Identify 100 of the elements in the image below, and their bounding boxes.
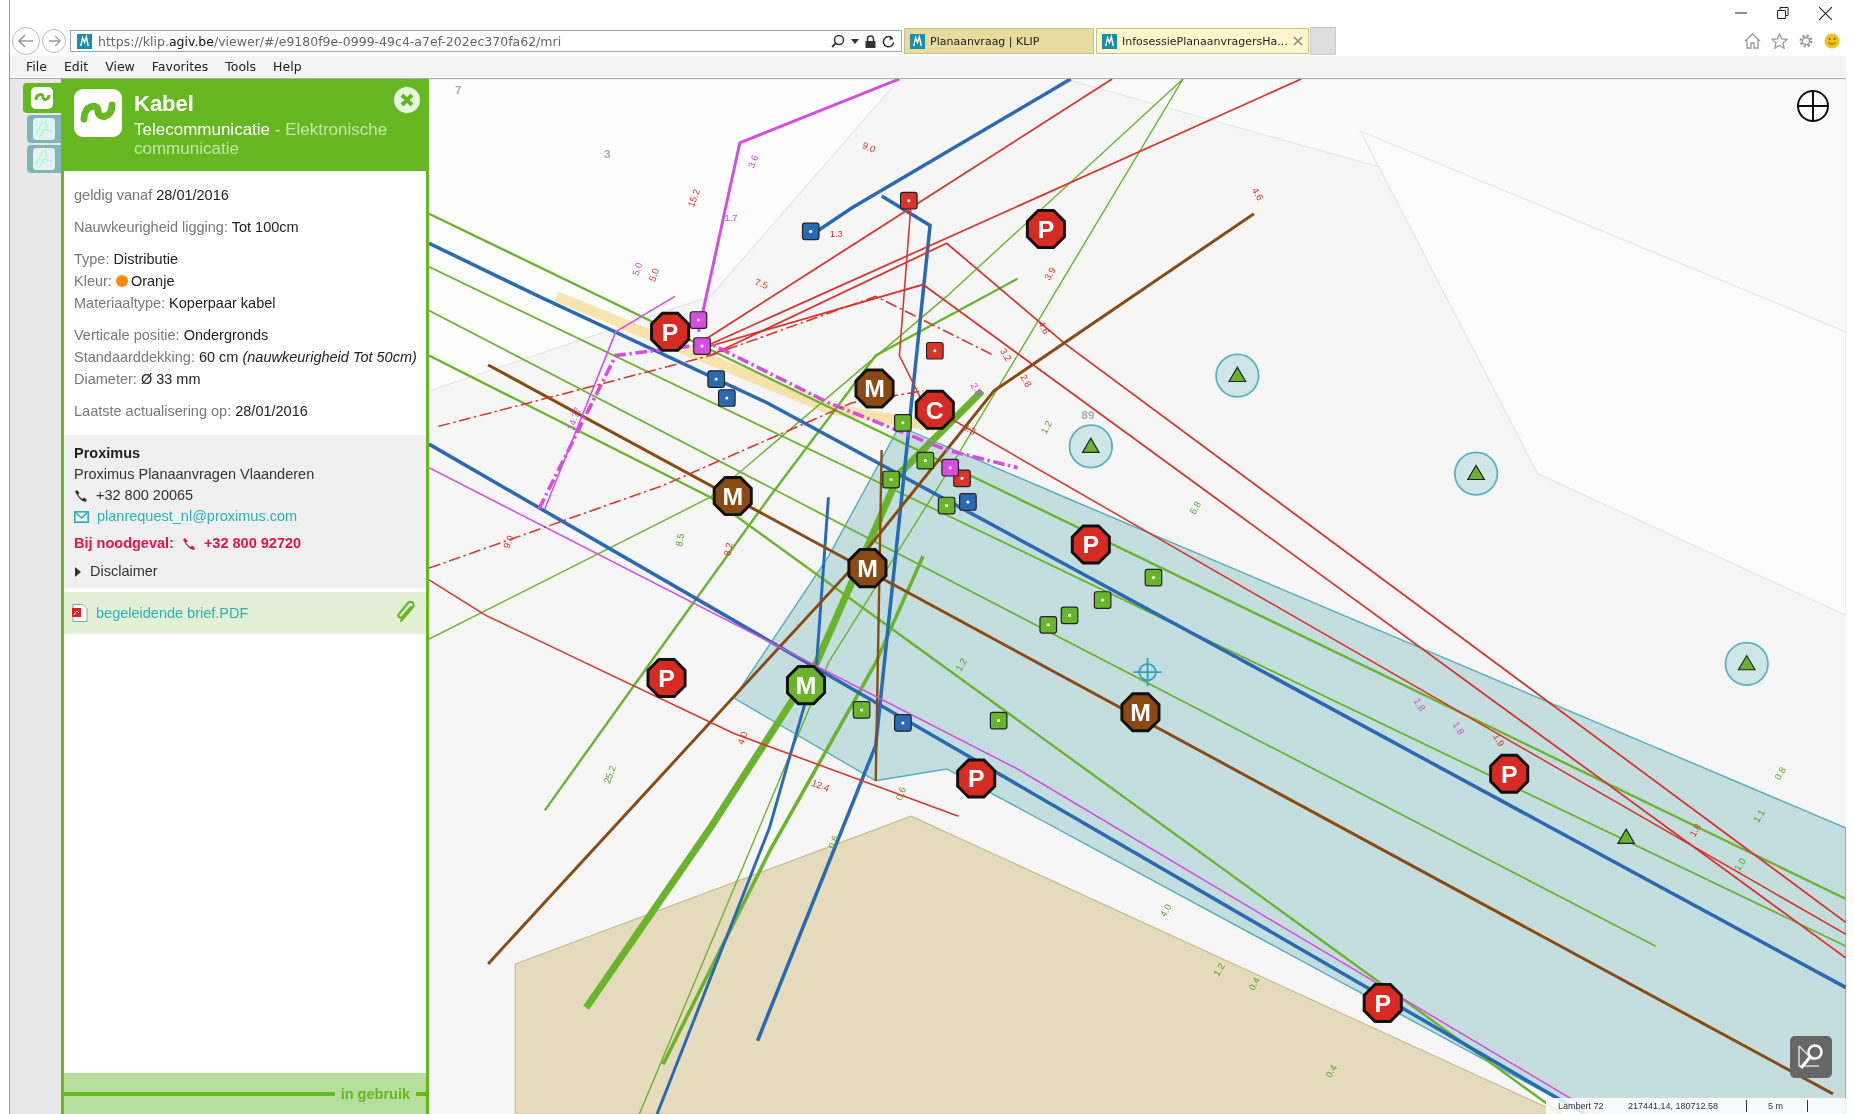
triangle-marker-icon[interactable] (1453, 451, 1499, 496)
field-label: Materiaaltype: (74, 295, 166, 311)
dimension-label: 15.2 (685, 187, 702, 209)
projection-label: Lambert 72 (1558, 1101, 1605, 1111)
back-arrow-icon (18, 34, 34, 48)
square-marker-icon[interactable] (1144, 568, 1163, 587)
dimension-label: 1.2 (1038, 418, 1055, 436)
dimension-label: 1.3 (829, 228, 843, 240)
company-name: Proximus (74, 444, 141, 463)
settings-icon[interactable] (1798, 33, 1814, 49)
field-value: Ondergronds (183, 327, 269, 343)
square-marker-icon[interactable] (894, 413, 912, 432)
browser-tab[interactable]: InfosessiePlanaanvragersHa... (1096, 28, 1309, 54)
triangle-marker-icon[interactable] (1068, 424, 1113, 469)
square-marker-icon[interactable] (925, 341, 944, 360)
close-icon[interactable] (1819, 6, 1832, 20)
square-marker-icon[interactable] (707, 370, 726, 388)
square-marker-icon[interactable] (959, 493, 977, 511)
site-favicon-icon (1102, 33, 1117, 49)
triangle-marker-icon[interactable] (1724, 641, 1769, 686)
emergency-label: Bij noodgeval: (74, 534, 174, 553)
dimension-label: 25.2 (601, 764, 618, 786)
zoom-tool-button[interactable] (1790, 1036, 1832, 1078)
dimension-label: 2.8 (1018, 372, 1035, 390)
coordinates-label: 217441.14, 180712.58 (1628, 1101, 1720, 1111)
smiley-icon[interactable] (1824, 33, 1840, 49)
phone-icon (181, 536, 196, 551)
dimension-label: 2.8 (968, 380, 985, 398)
dimension-label: 6.8 (1187, 499, 1204, 516)
refresh-icon[interactable] (882, 34, 895, 48)
square-marker-icon[interactable] (1060, 606, 1079, 625)
field-value: 60 cm (nauwkeurigheid Tot 50cm) (198, 349, 417, 365)
field-label: Laatste actualisering op: (74, 403, 232, 419)
menu-item[interactable]: View (105, 59, 135, 74)
field-label: Nauwkeurigheid ligging: (74, 219, 228, 235)
emergency-phone: +32 800 92720 (203, 534, 302, 553)
square-marker-icon[interactable] (717, 389, 736, 407)
parcel-number: 7 (455, 83, 462, 98)
site-favicon-icon (910, 33, 925, 49)
field-value: Koperpaar kabel (169, 295, 276, 311)
dimension-label: 0.8 (1772, 764, 1789, 782)
address-bar[interactable]: https://klip.agiv.be/viewer/#/e9180f9e-0999-49c4-a7ef-202ec370fa62/mri (70, 30, 902, 52)
square-marker-icon[interactable] (852, 701, 871, 719)
lock-icon (865, 34, 876, 48)
field-value: Ø 33 mm (140, 371, 201, 387)
search-icon[interactable] (831, 34, 845, 48)
dimension-label: 1.8 (1686, 821, 1703, 839)
caret-icon[interactable] (851, 38, 859, 44)
home-icon[interactable] (1744, 33, 1761, 49)
dimension-label: 5.0 (646, 266, 662, 283)
browser-tab[interactable]: Planaanvraag | KLIP (904, 28, 1094, 54)
square-marker-icon[interactable] (916, 451, 935, 470)
triangle-marker-icon[interactable] (1215, 353, 1260, 398)
square-marker-icon[interactable] (937, 496, 956, 515)
restore-icon[interactable] (1777, 7, 1789, 19)
square-marker-icon[interactable] (1039, 616, 1058, 634)
department-name: Proximus Planaanvragen Vlaanderen (74, 465, 315, 484)
cable-logo-icon (74, 89, 122, 137)
menu-item[interactable]: Edit (63, 59, 89, 74)
star-icon[interactable] (1771, 33, 1788, 49)
dimension-label: 1.2 (953, 656, 970, 674)
dimension-label: 4.6 (1249, 185, 1266, 203)
site-favicon-icon (77, 33, 92, 49)
square-marker-icon[interactable] (899, 191, 918, 210)
field-value: Oranje (130, 273, 175, 289)
forward-arrow-icon (47, 35, 61, 47)
square-marker-icon[interactable] (989, 711, 1008, 730)
phone-number: +32 800 20065 (96, 486, 194, 505)
square-marker-icon[interactable] (693, 337, 711, 355)
dimension-label: 1.1 (1750, 807, 1767, 825)
square-marker-icon[interactable] (689, 311, 708, 329)
parcel-number: 89 (1081, 408, 1095, 423)
menu-item[interactable]: Tools (225, 59, 257, 74)
square-marker-icon[interactable] (894, 714, 912, 732)
square-marker-icon[interactable] (1093, 591, 1112, 609)
menu-item[interactable]: Favorites (151, 59, 209, 74)
field-label: geldig vanaf (74, 187, 153, 203)
dimension-label: 4.0 (1157, 902, 1174, 919)
field-label: Verticale positie: (74, 327, 180, 343)
dimension-label: 3.9 (1041, 265, 1058, 283)
dimension-label: 1.2 (1210, 961, 1227, 978)
menu-item[interactable]: File (26, 59, 47, 74)
square-marker-icon[interactable] (941, 458, 960, 477)
square-marker-icon[interactable] (882, 470, 900, 489)
menu-item[interactable]: Help (273, 59, 302, 74)
field-label: Kleur: (74, 273, 112, 289)
panel-subtitle: Telecommunicatie - Elektronische communicatie (134, 120, 389, 158)
dimension-label: 14.77 (564, 405, 584, 432)
dimension-label: 7.5 (753, 276, 770, 291)
square-marker-icon[interactable] (801, 222, 820, 241)
dimension-label: 1.8 (1450, 719, 1467, 737)
triangle-marker-icon[interactable] (1616, 828, 1636, 844)
disclaimer-toggle[interactable]: Disclaimer (74, 561, 416, 582)
crosshair-icon (1132, 657, 1163, 688)
dimension-label: 4.6 (1035, 319, 1052, 336)
dimension-label: 5.0 (629, 260, 645, 277)
field-label: Type: (74, 251, 110, 267)
mail-icon (74, 510, 89, 523)
panel-title: Kabel (134, 91, 194, 117)
parcel-number: 3 (603, 147, 611, 162)
